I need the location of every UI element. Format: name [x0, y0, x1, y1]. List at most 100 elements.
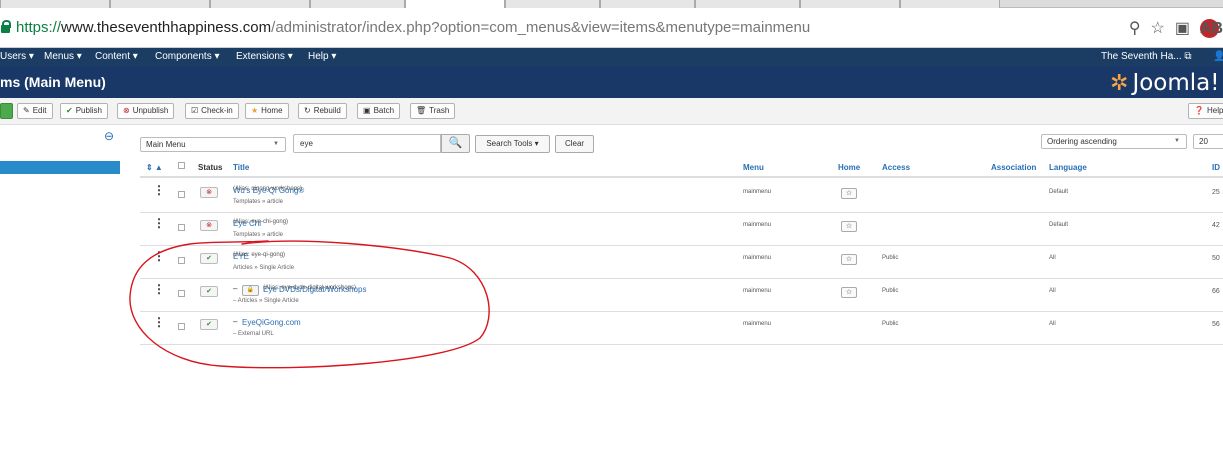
site-link[interactable]: The Seventh Ha... ⧉: [1101, 51, 1192, 62]
menu-content[interactable]: Content ▾: [95, 51, 138, 62]
unpublished-icon[interactable]: ⊗: [200, 220, 218, 231]
table-row: ⋮ ⊗ Wu's Eye Qi Gong® (Alias: qigong-wor…: [140, 180, 1223, 213]
row-checkbox[interactable]: [178, 323, 185, 330]
col-menu[interactable]: Menu: [743, 163, 764, 172]
new-button[interactable]: [0, 103, 13, 119]
col-home[interactable]: Home: [838, 163, 860, 172]
access-cell: Public: [882, 288, 899, 294]
zoom-icon[interactable]: ⚲: [1129, 18, 1141, 38]
drag-handle-icon[interactable]: ⋮: [153, 283, 165, 295]
rebuild-button[interactable]: ↻ Rebuild: [298, 103, 347, 119]
language-cell: Default: [1049, 222, 1069, 228]
browser-tab[interactable]: [800, 0, 900, 8]
trash-button[interactable]: 🗑 Trash: [410, 103, 456, 119]
edit-button[interactable]: ✎ Edit: [17, 103, 53, 119]
batch-button[interactable]: ▣ Batch: [357, 103, 401, 119]
table-row: ⋮ ✔ EYE (Alias: eye-qi-gong) Articles » …: [140, 246, 1223, 279]
publish-button[interactable]: ✔ Publish: [60, 103, 108, 119]
search-input[interactable]: eye: [293, 134, 441, 153]
item-type: Templates » article: [233, 199, 284, 205]
row-checkbox[interactable]: [178, 290, 185, 297]
browser-tab[interactable]: [310, 0, 405, 8]
browser-tab[interactable]: [695, 0, 800, 8]
trash-label: Trash: [429, 106, 450, 115]
checkin-button[interactable]: ☑ Check-in: [185, 103, 239, 119]
browser-tab[interactable]: [0, 0, 110, 8]
table-row: ⋮ ✔ – 🔒 Eye DVDs/Digital/Workshops (Alia…: [140, 279, 1223, 312]
browser-tab[interactable]: [900, 0, 1000, 8]
menu-extensions[interactable]: Extensions ▾: [236, 51, 293, 62]
drag-handle-icon[interactable]: ⋮: [153, 184, 165, 196]
published-check-icon[interactable]: ✔: [200, 319, 218, 330]
item-type: – External URL: [233, 331, 274, 337]
edit-icon: ✎: [23, 106, 30, 115]
title-link[interactable]: EyeQiGong.com: [242, 318, 301, 327]
col-access[interactable]: Access: [882, 163, 910, 172]
alias-text: (Alias: qigong-workshops): [233, 186, 303, 192]
user-icon[interactable]: 👤: [1213, 51, 1223, 62]
drag-handle-icon[interactable]: ⋮: [153, 316, 165, 328]
menu-select[interactable]: Main Menu ▼: [140, 137, 286, 152]
clear-button[interactable]: Clear: [555, 135, 594, 153]
col-language[interactable]: Language: [1049, 163, 1087, 172]
menu-select-value: Main Menu: [146, 140, 186, 149]
published-check-icon[interactable]: ✔: [200, 286, 218, 297]
col-title[interactable]: Title: [233, 163, 249, 172]
language-cell: All: [1049, 288, 1056, 294]
item-type: Articles » Single Article: [233, 265, 295, 271]
select-all-checkbox[interactable]: [178, 162, 185, 169]
browser-tab-active[interactable]: [405, 0, 505, 8]
home-button[interactable]: ★ Home: [245, 103, 289, 119]
home-star-icon[interactable]: ☆: [841, 221, 857, 232]
browser-tab[interactable]: [110, 0, 210, 8]
unpublished-icon[interactable]: ⊗: [200, 187, 218, 198]
item-type: Templates » article: [233, 232, 284, 238]
sidebar-item-active[interactable]: [0, 161, 120, 174]
extension-icon[interactable]: ▣: [1175, 18, 1190, 38]
menu-help[interactable]: Help ▾: [308, 51, 336, 62]
menu-cell: mainmenu: [743, 321, 772, 327]
limit-select[interactable]: 20: [1193, 134, 1223, 149]
alias-text: (Alias: eye-dvds-digital-workshops): [263, 285, 357, 291]
sidebar: ⊖: [0, 125, 120, 472]
unpublish-button[interactable]: ⊗ Unpublish: [117, 103, 175, 119]
row-checkbox[interactable]: [178, 257, 185, 264]
browser-tab[interactable]: [505, 0, 600, 8]
id-cell: 25: [1212, 189, 1220, 196]
browser-tab[interactable]: [600, 0, 695, 8]
ordering-select[interactable]: Ordering ascending ▼: [1041, 134, 1187, 149]
adblock-icon[interactable]: ABP: [1200, 18, 1223, 38]
row-checkbox[interactable]: [178, 224, 185, 231]
col-status[interactable]: Status: [198, 163, 222, 172]
menu-cell: mainmenu: [743, 189, 772, 195]
menu-users[interactable]: Users ▾: [0, 51, 34, 62]
row-checkbox[interactable]: [178, 191, 185, 198]
bookmark-star-icon[interactable]: ☆: [1151, 18, 1165, 38]
home-star-icon[interactable]: ☆: [841, 188, 857, 199]
drag-handle-icon[interactable]: ⋮: [153, 250, 165, 262]
col-id[interactable]: ID: [1212, 163, 1220, 172]
home-star-icon[interactable]: ☆: [841, 287, 857, 298]
sort-icon[interactable]: ⇕ ▲: [146, 163, 163, 172]
table-row: ⋮ ✔ – EyeQiGong.com – External URL mainm…: [140, 312, 1223, 345]
menu-menus[interactable]: Menus ▾: [44, 51, 82, 62]
checkin-icon: ☑: [191, 106, 199, 115]
home-label: Home: [261, 106, 283, 115]
sidebar-toggle-icon[interactable]: ⊖: [104, 129, 114, 143]
lock-icon[interactable]: 🔒: [242, 285, 259, 296]
home-star-icon[interactable]: ☆: [841, 254, 857, 265]
published-check-icon[interactable]: ✔: [200, 253, 218, 264]
help-button[interactable]: ❓ Help: [1188, 103, 1223, 119]
search-button[interactable]: 🔍: [441, 134, 470, 153]
menu-cell: mainmenu: [743, 222, 772, 228]
question-icon: ❓: [1194, 106, 1204, 115]
search-tools-button[interactable]: Search Tools ▾: [475, 135, 550, 153]
browser-tab[interactable]: [210, 0, 310, 8]
drag-handle-icon[interactable]: ⋮: [153, 217, 165, 229]
url-field[interactable]: https://www.theseventhhappiness.com/admi…: [16, 19, 810, 36]
col-association[interactable]: Association: [991, 163, 1036, 172]
table-header: ⇕ ▲ Status Title Menu Home Access Associ…: [140, 158, 1223, 178]
alias-text: (Alias: eye-chi-gong): [233, 219, 289, 225]
menu-components[interactable]: Components ▾: [155, 51, 220, 62]
alias-text: (Alias: eye-qi-gong): [233, 252, 286, 258]
